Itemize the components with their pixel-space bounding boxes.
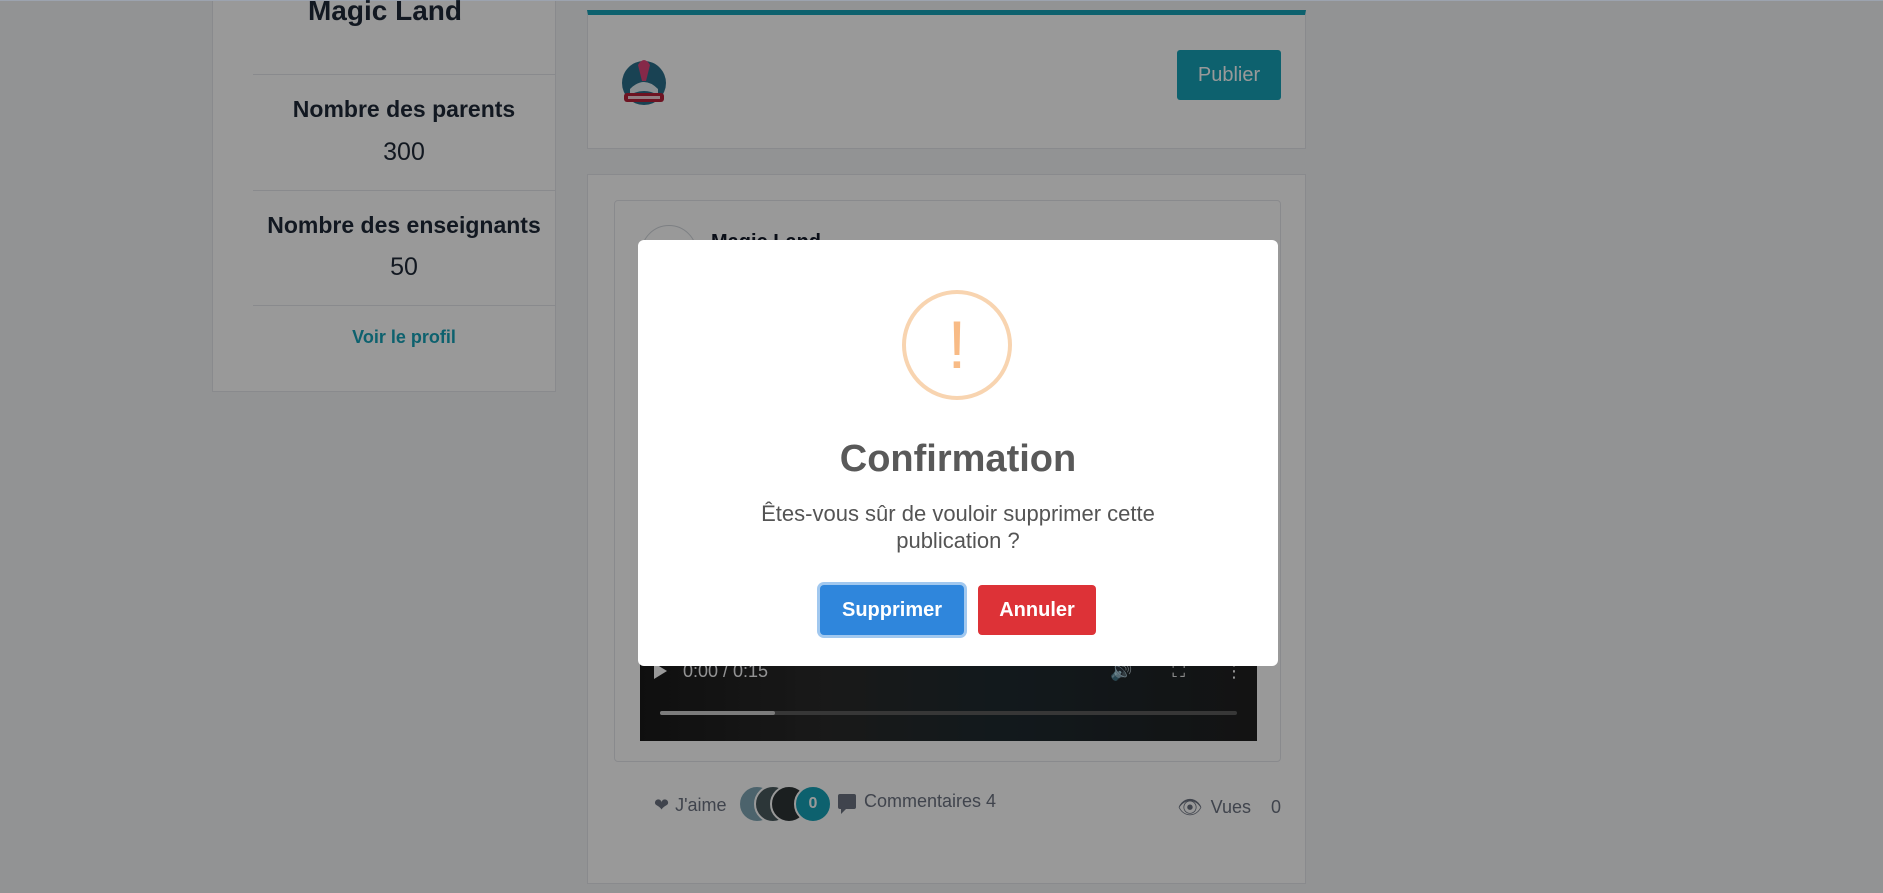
page-background: Magic Land Nombre des parents 300 Nombre… (0, 0, 1883, 893)
warning-icon: ! (902, 290, 1012, 400)
dialog-title: Confirmation (839, 438, 1077, 480)
dialog-actions: Supprimer Annuler (638, 585, 1278, 635)
confirmation-dialog: ! Confirmation Êtes-vous sûr de vouloir … (638, 240, 1278, 666)
delete-confirm-button[interactable]: Supprimer (820, 585, 964, 635)
cancel-button[interactable]: Annuler (978, 585, 1096, 635)
dialog-message: Êtes-vous sûr de vouloir supprimer cette… (761, 501, 1155, 553)
